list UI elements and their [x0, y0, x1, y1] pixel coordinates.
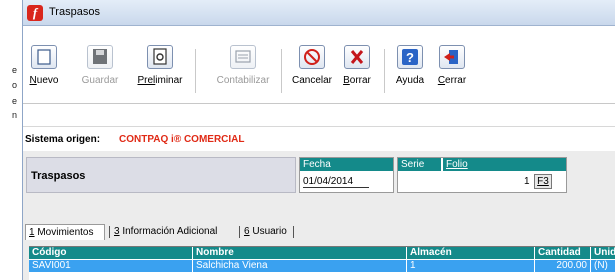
toolbar-separator — [281, 49, 282, 93]
tab-informacion-adicional[interactable]: 3 Información Adicional — [114, 224, 217, 240]
cell-codigo: SAVI001 — [29, 260, 193, 272]
cancel-button[interactable]: Cancelar — [289, 45, 335, 95]
blank-row — [23, 105, 615, 127]
save-button[interactable]: Guardar — [78, 45, 122, 95]
folio-value[interactable]: 1 — [524, 176, 530, 187]
column-header-cantidad[interactable]: Cantidad — [535, 247, 591, 259]
traspasos-window: f Traspasos Nuevo Guardar Preliminar Con… — [22, 0, 615, 280]
column-header-nombre[interactable]: Nombre — [193, 247, 407, 259]
fecha-label: Fecha — [300, 158, 393, 171]
origin-label: Sistema origen: — [25, 134, 101, 145]
app-icon: f — [27, 5, 43, 21]
help-icon: ? — [397, 45, 423, 69]
preview-icon — [147, 45, 173, 69]
delete-icon — [344, 45, 370, 69]
serie-folio-field: Serie Folio 1 F3 — [397, 157, 567, 193]
serie-label: Serie — [398, 158, 441, 171]
toolbar: Nuevo Guardar Preliminar Contabilizar Ca… — [23, 27, 615, 104]
delete-button[interactable]: Borrar — [339, 45, 375, 95]
movements-grid: Código Nombre Almacén Cantidad Unid SAVI… — [29, 246, 615, 280]
tab-usuario[interactable]: 6 Usuario — [244, 224, 287, 240]
new-button[interactable]: Nuevo — [29, 45, 59, 95]
toolbar-separator — [384, 49, 385, 93]
window-title: Traspasos — [49, 6, 100, 18]
fecha-value[interactable]: 01/04/2014 — [303, 176, 369, 188]
column-header-almacen[interactable]: Almacén — [407, 247, 535, 259]
svg-text:?: ? — [406, 50, 414, 65]
column-header-unidad[interactable]: Unid — [591, 247, 615, 259]
main-panel: Traspasos Fecha 01/04/2014 Serie Folio 1… — [23, 151, 615, 280]
origin-system-row: Sistema origen: CONTPAQ i® COMERCIAL — [23, 128, 615, 150]
post-accounting-button[interactable]: Contabilizar — [213, 45, 273, 95]
cell-cantidad: 200.00 — [535, 260, 591, 272]
folio-lookup-button[interactable]: F3 — [534, 174, 552, 189]
close-button[interactable]: Cerrar — [435, 45, 469, 95]
help-button[interactable]: ? Ayuda — [391, 45, 429, 95]
title-bar[interactable]: f Traspasos — [23, 0, 615, 26]
origin-value: CONTPAQ i® COMERCIAL — [119, 134, 245, 145]
exit-icon — [439, 45, 465, 69]
toolbar-separator — [195, 49, 196, 93]
cell-almacen: 1 — [407, 260, 535, 272]
new-document-icon — [31, 45, 57, 69]
section-title-box: Traspasos — [26, 157, 296, 193]
folio-label: Folio — [442, 158, 566, 171]
tab-movimientos[interactable]: 1 Movimientos — [25, 224, 105, 240]
cell-nombre: Salchicha Viena — [193, 260, 407, 272]
cancel-icon — [299, 45, 325, 69]
accounting-icon — [230, 45, 256, 69]
cell-unidad: (N) — [591, 260, 615, 272]
fecha-field[interactable]: Fecha 01/04/2014 — [299, 157, 394, 193]
column-header-codigo[interactable]: Código — [29, 247, 193, 259]
background-window-strip: e o e n — [0, 0, 22, 280]
preview-button[interactable]: Preliminar — [137, 45, 183, 95]
section-title: Traspasos — [31, 170, 86, 182]
save-icon — [87, 45, 113, 69]
